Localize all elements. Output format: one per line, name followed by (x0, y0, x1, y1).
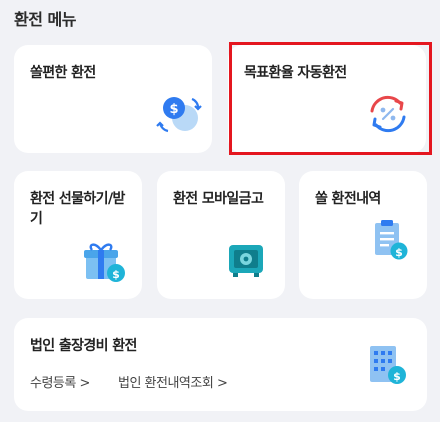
svg-text:$: $ (169, 102, 178, 117)
mobile-safe-card[interactable]: 환전 모바일금고 (157, 171, 285, 299)
safe-vault-icon (229, 245, 263, 277)
corporate-exchange-history-link[interactable]: 법인 환전내역조회 > (118, 372, 228, 391)
target-rate-auto-exchange-card[interactable]: 목표환율 자동환전 (228, 45, 426, 153)
gift-exchange-label: 환전 선물하기/받기 (30, 191, 125, 227)
target-rate-auto-exchange-label: 목표환율 자동환전 (244, 65, 347, 81)
building-icon: $ (370, 346, 406, 384)
corporate-trip-exchange-label: 법인 출장경비 환전 (30, 338, 137, 354)
sol-exchange-history-card[interactable]: 쏠 환전내역 $ (299, 171, 427, 299)
receipt-registration-link[interactable]: 수령등록 > (30, 372, 90, 391)
svg-text:$: $ (393, 370, 401, 383)
gift-exchange-card[interactable]: 환전 선물하기/받기 $ (14, 171, 142, 299)
receipt-icon: $ (375, 220, 408, 260)
gift-box-icon: $ (84, 243, 125, 282)
rate-target-icon (370, 95, 406, 133)
corporate-trip-exchange-card[interactable]: 법인 출장경비 환전 수령등록 > 법인 환전내역조회 > $ (14, 318, 427, 411)
convenient-exchange-card[interactable]: 쏠편한 환전 $ (14, 45, 212, 153)
svg-text:$: $ (395, 246, 403, 259)
mobile-safe-label: 환전 모바일금고 (173, 191, 264, 207)
dollar-coin-exchange-icon: $ (156, 97, 202, 133)
convenient-exchange-label: 쏠편한 환전 (30, 65, 96, 81)
svg-text:$: $ (112, 268, 120, 281)
sol-exchange-history-label: 쏠 환전내역 (315, 191, 381, 207)
section-title: 환전 메뉴 (14, 10, 76, 29)
